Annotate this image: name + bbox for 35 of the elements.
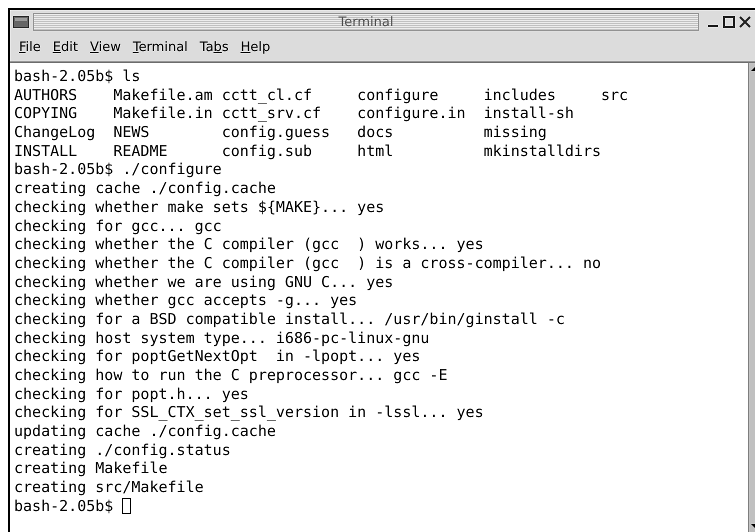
terminal-line: checking for gcc... gcc (14, 216, 222, 236)
window-title: Terminal (338, 16, 394, 28)
terminal-line: creating Makefile (14, 459, 168, 478)
terminal-line: creating ./config.status (14, 440, 231, 460)
terminal-line: INSTALL README config.sub html mkinstalldirs (14, 142, 601, 160)
terminal-area[interactable] (10, 63, 748, 532)
maximize-icon[interactable] (723, 16, 735, 28)
menu-item[interactable]: View (84, 41, 126, 54)
menu-item[interactable]: Terminal (128, 41, 193, 54)
terminal-line: checking whether the C compiler (gcc ) works... yes (14, 235, 484, 254)
terminal-line: checking whether the C compiler (gcc ) is a cross-compiler... no (14, 254, 601, 273)
terminal-line: checking whether make sets ${MAKE}... yes (14, 198, 384, 217)
terminal-line: bash-2.05b$ (14, 496, 114, 516)
terminal-line: checking whether gcc accepts -g... yes (14, 291, 358, 310)
menu-item[interactable]: Tabs (194, 41, 234, 54)
terminal-line: AUTHORS Makefile.am cctt_cl.cf configure includes src (14, 86, 628, 104)
menu-item[interactable]: Edit (48, 41, 83, 54)
menu-item[interactable]: File (14, 41, 46, 54)
terminal-line: checking how to run the C preprocessor... gcc -E (14, 366, 448, 385)
close-icon[interactable] (739, 16, 751, 28)
terminal-line: ChangeLog NEWS config.guess docs missing (14, 123, 547, 142)
terminal-line: COPYING Makefile.in cctt_srv.cf configure.in install-sh (14, 104, 574, 124)
terminal-line: bash-2.05b$ ./configure (14, 160, 222, 180)
terminal-line: creating src/Makefile (14, 478, 204, 497)
terminal-line: checking for popt.h... yes (14, 384, 249, 404)
terminal-line: checking host system type... i686-pc-linux-gnu (14, 328, 430, 348)
terminal-line: checking for SSL_CTX_set_ssl_version in -lssl... yes (14, 403, 484, 422)
terminal-line: checking whether we are using GNU C... yes (14, 272, 394, 292)
terminal-line: updating cache ./config.cache (14, 422, 276, 441)
terminal-line: checking for poptGetNextOpt in -lpopt... yes (14, 347, 420, 366)
terminal-line: creating cache ./config.cache (14, 179, 276, 198)
window-menu-icon[interactable] (13, 16, 29, 28)
terminal-line: checking for a BSD compatible install... /usr/bin/ginstall -c (14, 310, 565, 329)
menu-item[interactable]: Help (236, 41, 276, 54)
terminal-line: bash-2.05b$ ls (14, 67, 140, 86)
